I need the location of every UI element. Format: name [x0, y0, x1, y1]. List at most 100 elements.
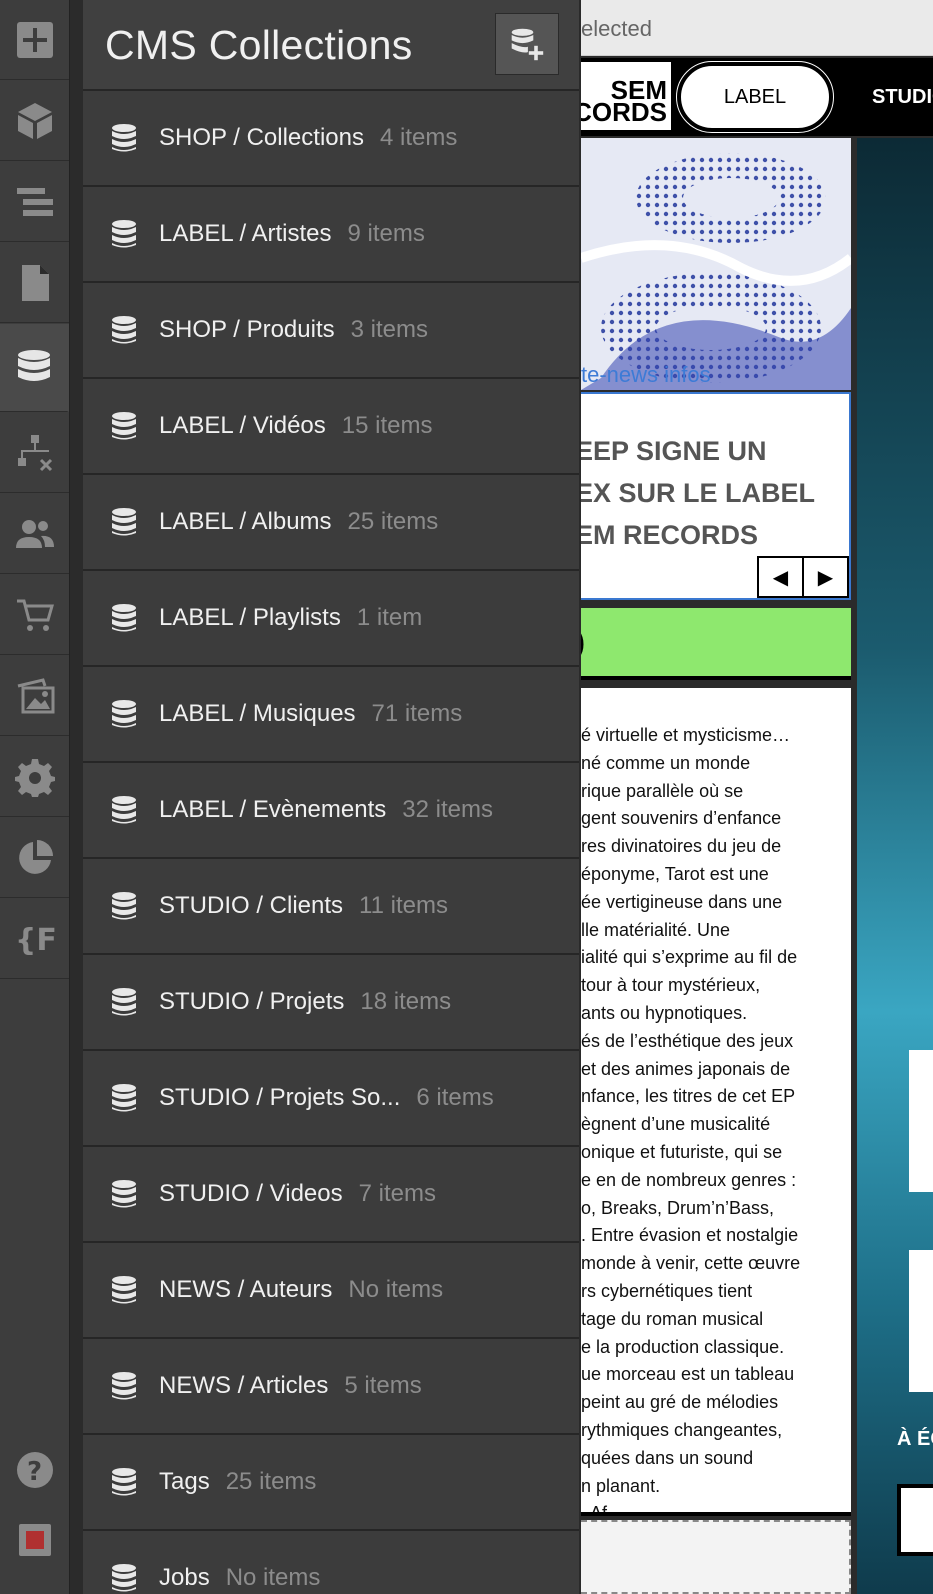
- database-icon: [112, 124, 136, 152]
- database-icon: [112, 604, 136, 632]
- collection-count: 4 items: [379, 124, 458, 151]
- assets-button[interactable]: [0, 656, 69, 736]
- collection-name: LABEL / Artistes: [159, 220, 332, 247]
- collection-item[interactable]: STUDIO / Projets 18 items: [83, 955, 579, 1051]
- database-icon: [112, 1564, 136, 1592]
- collection-count: 32 items: [402, 796, 493, 823]
- record-icon: [18, 1524, 51, 1556]
- cms-button[interactable]: [0, 324, 69, 412]
- apps-button[interactable]: [0, 818, 69, 898]
- collection-item[interactable]: LABEL / Playlists 1 item: [83, 571, 579, 667]
- collection-count: 25 items: [347, 508, 439, 535]
- collection-name: LABEL / Musiques: [159, 700, 356, 727]
- ecommerce-button[interactable]: [0, 575, 69, 655]
- collection-item[interactable]: LABEL / Artistes 9 items: [83, 187, 579, 283]
- collection-name: LABEL / Evènements: [159, 796, 387, 823]
- collection-item[interactable]: LABEL / Musiques 71 items: [83, 667, 579, 763]
- hero-button[interactable]: [897, 1484, 933, 1556]
- collection-name: STUDIO / Projets So...: [159, 1084, 401, 1111]
- pages-button[interactable]: [0, 243, 69, 323]
- symbols-button[interactable]: [0, 81, 69, 161]
- hero-image[interactable]: À ÉC: [857, 138, 933, 1594]
- collection-name: Jobs: [159, 1564, 210, 1591]
- collection-item[interactable]: SHOP / Collections 4 items: [83, 91, 579, 187]
- collection-count: No items: [225, 1564, 321, 1591]
- collection-item[interactable]: STUDIO / Clients 11 items: [83, 859, 579, 955]
- navigator-button[interactable]: [0, 162, 69, 242]
- collection-item[interactable]: NEWS / Articles 5 items: [83, 1339, 579, 1435]
- database-icon: [112, 988, 136, 1016]
- logic-icon: [17, 434, 52, 471]
- collection-item[interactable]: STUDIO / Projets So... 6 items: [83, 1051, 579, 1147]
- collection-name: LABEL / Albums: [159, 508, 332, 535]
- selection-text: elected: [581, 16, 652, 41]
- database-icon: [112, 220, 136, 248]
- next-arrow-button[interactable]: ▶: [804, 558, 847, 596]
- collection-item[interactable]: SHOP / Produits 3 items: [83, 283, 579, 379]
- collection-count: 18 items: [360, 988, 452, 1015]
- panel-header: CMS Collections: [83, 0, 579, 91]
- collection-item[interactable]: LABEL / Vidéos 15 items: [83, 379, 579, 475]
- database-icon: [17, 349, 50, 381]
- logic-button[interactable]: [0, 413, 69, 493]
- collection-item[interactable]: LABEL / Albums 25 items: [83, 475, 579, 571]
- add-icon: [16, 21, 53, 58]
- green-banner[interactable]: ): [581, 608, 851, 680]
- left-toolbar: {F ?: [0, 0, 70, 1594]
- collection-count: 9 items: [347, 220, 425, 247]
- database-icon: [112, 412, 136, 440]
- database-icon: [112, 508, 136, 536]
- selection-bar: elected: [581, 0, 933, 56]
- artwork-pattern: [581, 138, 851, 390]
- collection-item[interactable]: STUDIO / Videos 7 items: [83, 1147, 579, 1243]
- empty-dropzone[interactable]: [581, 1520, 851, 1594]
- news-artwork-image[interactable]: [581, 138, 851, 390]
- collection-count: 6 items: [416, 1084, 494, 1111]
- database-icon: [112, 700, 136, 728]
- add-elements-button[interactable]: [0, 0, 69, 80]
- album-description: é virtuelle et mysticisme… né comme un m…: [581, 688, 851, 1516]
- collection-name: STUDIO / Projets: [159, 988, 345, 1015]
- users-icon: [15, 519, 54, 548]
- record-button[interactable]: [0, 1500, 69, 1580]
- news-link[interactable]: te-news infos: [581, 362, 711, 388]
- site-nav: SEM CORDS LABEL STUDIO: [581, 58, 933, 136]
- site-preview: elected SEM CORDS LABEL STUDIO: [581, 0, 933, 1594]
- arrow-right-icon: ▶: [817, 566, 834, 589]
- help-icon: ?: [16, 1452, 53, 1488]
- collection-item[interactable]: Tags 25 items: [83, 1435, 579, 1531]
- arrow-left-icon: ◀: [772, 566, 789, 589]
- svg-text:{F: {F: [15, 923, 55, 958]
- hero-block-1: [909, 1050, 933, 1192]
- cms-editor: {F ? CMS Collections SHOP / Collections 4…: [0, 0, 933, 1594]
- fonts-button[interactable]: {F: [0, 899, 69, 979]
- collection-name: LABEL / Playlists: [159, 604, 341, 631]
- database-icon: [112, 1372, 136, 1400]
- database-icon: [112, 1468, 136, 1496]
- database-add-icon: [511, 28, 544, 61]
- site-logo[interactable]: SEM CORDS: [581, 62, 671, 130]
- settings-button[interactable]: [0, 737, 69, 817]
- collection-count: 11 items: [359, 892, 448, 919]
- nav-link-studio[interactable]: STUDIO: [872, 86, 933, 109]
- help-button[interactable]: ?: [0, 1430, 69, 1510]
- news-card[interactable]: EEP SIGNE UN EX SUR LE LABEL EM RECORDS …: [581, 392, 851, 600]
- collection-item[interactable]: NEWS / Auteurs No items: [83, 1243, 579, 1339]
- database-icon: [112, 1276, 136, 1304]
- apps-icon: [18, 839, 53, 874]
- users-button[interactable]: [0, 494, 69, 574]
- cart-icon: [16, 599, 54, 631]
- collection-count: 15 items: [341, 412, 433, 439]
- collection-item[interactable]: LABEL / Evènements 32 items: [83, 763, 579, 859]
- svg-text:?: ?: [27, 1457, 42, 1487]
- prev-arrow-button[interactable]: ◀: [759, 558, 802, 596]
- panel-title: CMS Collections: [105, 22, 413, 68]
- hero-block-2: [909, 1250, 933, 1392]
- add-collection-button[interactable]: [495, 13, 559, 75]
- collection-name: NEWS / Articles: [159, 1372, 329, 1399]
- nav-link-label[interactable]: LABEL: [676, 61, 834, 133]
- collection-item[interactable]: Jobs No items: [83, 1531, 579, 1594]
- hero-label: À ÉC: [897, 1428, 933, 1450]
- database-icon: [112, 892, 136, 920]
- album-description-text: é virtuelle et mysticisme… né comme un m…: [581, 725, 801, 1516]
